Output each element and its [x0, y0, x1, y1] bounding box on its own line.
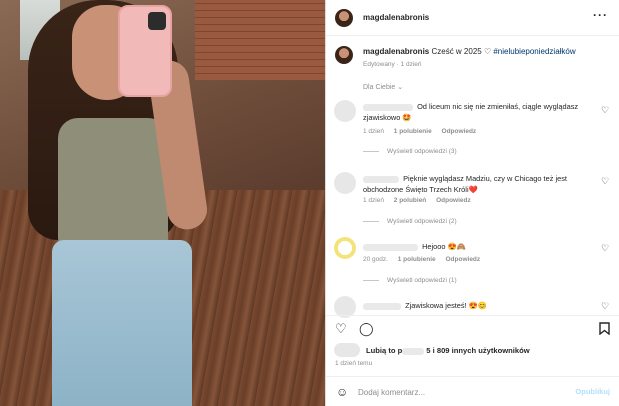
replies-divider: [363, 150, 379, 152]
commenter-avatar[interactable]: [334, 172, 356, 194]
view-replies-button[interactable]: Wyświetl odpowiedzi (1): [363, 277, 457, 284]
post-age: 1 dzień: [400, 61, 422, 68]
view-replies-button[interactable]: Wyświetl odpowiedzi (3): [363, 148, 457, 155]
comment-meta: 1 dzień 2 polubień Odpowiedz: [363, 197, 479, 204]
brick-wall: [195, 0, 325, 80]
view-replies-button[interactable]: Wyświetl odpowiedzi (2): [363, 218, 457, 225]
comment-likes[interactable]: 1 polubienie: [394, 128, 432, 135]
post-timestamp: 1 dzień temu: [335, 360, 373, 367]
comment-text: Zjawiskowa jesteś! 😍😊: [405, 301, 488, 310]
comment-age: 1 dzień: [363, 197, 384, 204]
author-avatar[interactable]: [335, 9, 353, 27]
comment-meta: 1 dzień 1 polubienie Odpowiedz: [363, 128, 484, 135]
caption-avatar[interactable]: [335, 46, 353, 64]
edited-label: Edytowany: [363, 61, 395, 68]
caption-username[interactable]: magdalenabronis: [363, 47, 429, 56]
likes-text[interactable]: Lubią to p5 i 809 innych użytkowników: [366, 346, 530, 355]
liker-avatars[interactable]: [334, 343, 360, 357]
comment-text-line: Hejooo 😍🙈: [363, 241, 603, 252]
commenter-avatar[interactable]: [334, 237, 356, 259]
post-header: magdalenabronis ···: [326, 0, 619, 36]
masked-username[interactable]: [363, 243, 418, 251]
heart-icon[interactable]: ♡: [600, 176, 610, 186]
comment-text-line: Zjawiskowa jesteś! 😍😊: [363, 300, 603, 311]
comment-text-line: Od liceum nic się nie zmieniłaś, ciągle …: [363, 101, 603, 123]
bookmark-icon[interactable]: [599, 322, 610, 338]
masked-username[interactable]: [363, 302, 401, 310]
emoji-icon[interactable]: ☺: [336, 385, 348, 399]
phone-camera: [148, 12, 166, 30]
comment-icon[interactable]: ◯: [359, 322, 374, 336]
replies-divider: [363, 220, 379, 222]
comment-likes[interactable]: 1 polubienie: [398, 256, 436, 263]
post-photo: [0, 0, 325, 406]
caption-line: magdalenabronis Cześć w 2025 ♡ #nielubie…: [363, 46, 613, 57]
masked-username: [402, 347, 425, 355]
masked-username[interactable]: [363, 103, 413, 111]
commenter-avatar[interactable]: [334, 100, 356, 122]
comment-text-line: Pięknie wyglądasz Madziu, czy w Chicago …: [363, 173, 603, 195]
reply-button[interactable]: Odpowiedz: [442, 128, 477, 135]
heart-icon[interactable]: ♡: [600, 301, 610, 311]
jeans: [52, 240, 192, 406]
heart-icon[interactable]: ♡: [335, 322, 347, 336]
masked-username[interactable]: [363, 175, 399, 183]
reply-button[interactable]: Odpowiedz: [445, 256, 480, 263]
author-username[interactable]: magdalenabronis: [363, 13, 429, 22]
caption-meta: Edytowany · 1 dzień: [363, 61, 422, 68]
comment-input[interactable]: [358, 385, 558, 399]
reply-button[interactable]: Odpowiedz: [436, 197, 471, 204]
comment-likes[interactable]: 2 polubień: [394, 197, 427, 204]
post-side-panel: magdalenabronis ··· magdalenabronis Cześ…: [325, 0, 619, 406]
replies-divider: [363, 279, 379, 281]
more-horizontal-icon[interactable]: ···: [593, 8, 608, 22]
comments-filter[interactable]: Dla Ciebie ⌄: [363, 83, 403, 91]
comment-text: Hejooo 😍🙈: [422, 242, 466, 251]
heart-icon[interactable]: ♡: [600, 243, 610, 253]
post-comment-button[interactable]: Opublikuj: [575, 387, 610, 396]
heart-icon[interactable]: ♡: [600, 105, 610, 115]
crop-top: [58, 118, 168, 248]
comment-composer: ☺ Opublikuj: [326, 376, 619, 406]
likes-summary: Lubią to p5 i 809 innych użytkowników: [326, 343, 619, 359]
caption-text: Cześć w 2025 ♡: [431, 47, 492, 56]
comment-age: 1 dzień: [363, 128, 384, 135]
comment-age: 20 godz.: [363, 256, 388, 263]
post-actions: ♡ ◯: [326, 315, 619, 343]
comment-meta: 20 godz. 1 polubienie Odpowiedz: [363, 256, 488, 263]
caption-hashtag[interactable]: #nielubieponiedziałków: [493, 47, 575, 56]
